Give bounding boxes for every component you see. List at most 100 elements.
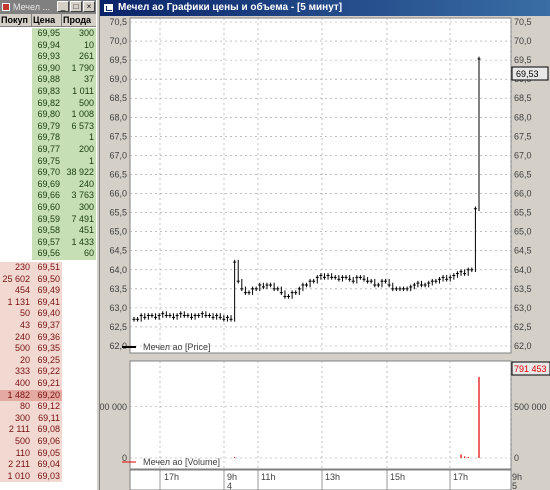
sell-order-row[interactable]: 69,80 1 008 (0, 109, 96, 121)
buy-qty-cell (0, 167, 32, 179)
buy-order-row[interactable]: 20 69,25 (0, 354, 96, 367)
column-header-buy[interactable]: Покуп (0, 14, 32, 26)
sell-qty-cell (62, 273, 96, 286)
chart-window-icon (103, 3, 114, 13)
buy-qty-cell: 500 (0, 343, 32, 355)
sell-qty-cell (62, 378, 96, 390)
buy-order-row[interactable]: 240 69,36 (0, 331, 96, 344)
sell-qty-cell (62, 470, 96, 483)
buy-order-row[interactable]: 2 111 69,08 (0, 424, 96, 436)
chart-area[interactable]: 70,5 70,0 69,5 69,0 68,5 68,0 67,5 67,0 66,5 66,0… (100, 16, 550, 490)
price-cell: 69,21 (32, 378, 62, 390)
buy-order-row[interactable]: 1 131 69,41 (0, 296, 96, 309)
buy-order-row[interactable]: 1 010 69,03 (0, 470, 96, 483)
sell-qty-cell (62, 343, 96, 355)
buy-order-row[interactable]: 2 211 69,04 (0, 459, 96, 471)
price-tick-label-right: 64,5 (514, 246, 532, 256)
maximize-button[interactable]: □ (70, 1, 82, 12)
buy-order-row[interactable]: 230 69,51 (0, 262, 96, 274)
sell-qty-cell: 240 (62, 178, 96, 191)
volume-tick-label-left: 500 000 (100, 402, 127, 412)
sell-order-row[interactable]: 69,58 451 (0, 225, 96, 237)
sell-order-row[interactable]: 69,75 1 (0, 155, 96, 168)
buy-order-row[interactable]: 50 69,40 (0, 308, 96, 320)
price-cell: 69,35 (32, 343, 62, 355)
sell-qty-cell: 451 (62, 225, 96, 237)
chart-title-bar[interactable]: Мечел ао Графики цены и объема - [5 мину… (100, 0, 550, 16)
buy-qty-cell (0, 190, 32, 202)
price-tick-label-left: 63,5 (109, 284, 127, 294)
buy-qty-cell (0, 202, 32, 214)
sell-order-row[interactable]: 69,70 38 922 (0, 167, 96, 179)
price-tick-label-right: 65,0 (514, 227, 532, 237)
sell-order-row[interactable]: 69,77 200 (0, 144, 96, 156)
price-tick-label-right: 70,0 (514, 36, 532, 46)
buy-qty-cell (0, 86, 32, 98)
buy-qty-cell: 454 (0, 285, 32, 297)
buy-qty-cell (0, 109, 32, 121)
sell-order-row[interactable]: 69,69 240 (0, 178, 96, 191)
sell-order-row[interactable]: 69,90 1 790 (0, 62, 96, 75)
sell-order-row[interactable]: 69,94 10 (0, 39, 96, 52)
sell-order-row[interactable]: 69,59 7 491 (0, 213, 96, 226)
sell-qty-cell: 1 008 (62, 109, 96, 121)
sell-qty-cell: 7 491 (62, 213, 96, 226)
price-cell: 69,79 (32, 120, 62, 133)
buy-order-row[interactable]: 80 69,12 (0, 401, 96, 413)
price-cell: 69,22 (32, 366, 62, 378)
volume-plot-area (129, 360, 512, 470)
sell-order-row[interactable]: 69,78 1 (0, 132, 96, 144)
sell-order-row[interactable]: 69,88 37 (0, 74, 96, 86)
buy-order-row[interactable]: 500 69,06 (0, 436, 96, 448)
minimize-button[interactable]: _ (57, 1, 69, 12)
column-header-sell[interactable]: Прода (62, 14, 96, 26)
sell-qty-cell: 37 (62, 74, 96, 86)
column-header-price[interactable]: Цена (32, 14, 62, 26)
price-cell: 69,25 (32, 354, 62, 367)
buy-order-row[interactable]: 300 69,11 (0, 412, 96, 425)
sell-order-row[interactable]: 69,82 500 (0, 97, 96, 110)
buy-order-row[interactable]: 400 69,21 (0, 378, 96, 390)
buy-qty-cell (0, 214, 32, 226)
buy-order-row[interactable]: 500 69,35 (0, 343, 96, 355)
buy-order-row[interactable]: 25 602 69,50 (0, 273, 96, 286)
price-tick-label-right: 63,0 (514, 303, 532, 313)
buy-order-row[interactable]: 110 69,05 (0, 447, 96, 460)
price-cell: 69,12 (32, 401, 62, 413)
sell-order-row[interactable]: 69,79 6 573 (0, 120, 96, 133)
sell-qty-cell (62, 459, 96, 471)
time-tick-label: 17h (453, 472, 468, 482)
buy-qty-cell: 50 (0, 308, 32, 320)
sell-order-row[interactable]: 69,66 3 763 (0, 190, 96, 202)
sell-order-row[interactable]: 69,83 1 011 (0, 86, 96, 98)
sell-order-row[interactable]: 69,57 1 433 (0, 236, 96, 249)
price-tick-label-right: 64,0 (514, 265, 532, 275)
sell-order-row[interactable]: 69,93 261 (0, 51, 96, 63)
buy-order-row[interactable]: 333 69,22 (0, 366, 96, 378)
close-button[interactable]: × (83, 1, 95, 12)
buy-order-row[interactable]: 454 69,49 (0, 285, 96, 297)
sell-order-row[interactable]: 69,56 60 (0, 248, 96, 260)
buy-order-row[interactable]: 43 69,37 (0, 320, 96, 332)
price-tick-label-left: 66,5 (109, 169, 127, 179)
sell-qty-cell: 38 922 (62, 167, 96, 179)
buy-qty-cell: 240 (0, 331, 32, 344)
price-cell: 69,90 (32, 62, 62, 75)
last-volume-label: 791 453 (514, 364, 547, 374)
chart-window: Мечел ао Графики цены и объема - [5 мину… (100, 0, 550, 490)
buy-qty-cell (0, 98, 32, 110)
price-cell: 69,58 (32, 225, 62, 237)
buy-order-row[interactable]: 1 482 69,20 (0, 389, 96, 402)
order-book-title-bar[interactable]: Мечел ... _ □ × (0, 0, 96, 14)
last-price-label: 69,53 (516, 69, 539, 79)
sell-qty-cell (62, 424, 96, 436)
sell-qty-cell: 300 (62, 28, 96, 40)
price-tick-label-left: 65,0 (109, 227, 127, 237)
buy-qty-cell: 25 602 (0, 273, 32, 286)
sell-order-row[interactable]: 69,60 300 (0, 202, 96, 214)
price-cell: 69,56 (32, 248, 62, 260)
sell-order-row[interactable]: 69,95 300 (0, 28, 96, 40)
buy-qty-cell: 500 (0, 436, 32, 448)
sell-qty-cell: 1 433 (62, 236, 96, 249)
buy-qty-cell (0, 225, 32, 237)
